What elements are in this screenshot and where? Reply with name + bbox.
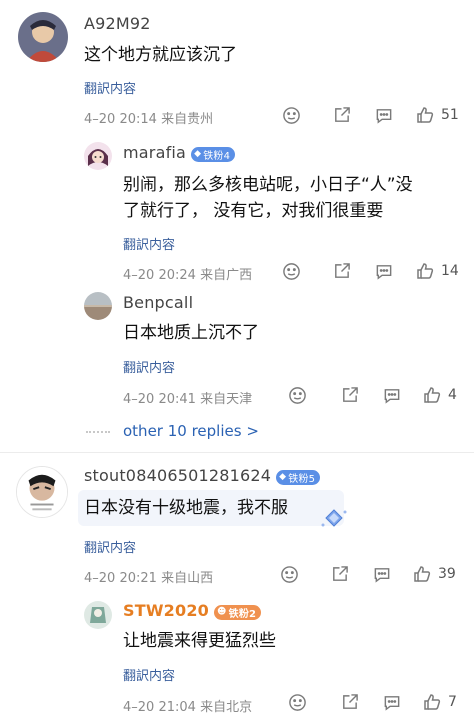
translate-link[interactable]: 翻訳内容 xyxy=(123,357,175,376)
like-button[interactable]: 14 xyxy=(415,261,459,281)
sparkle-icon xyxy=(320,508,348,534)
comment-meta: 4–20 21:04 来自北京 xyxy=(123,696,252,713)
username[interactable]: stout08406501281624 ◆ 铁粉5 xyxy=(84,466,321,485)
avatar[interactable] xyxy=(16,466,68,518)
translate-link[interactable]: 翻訳内容 xyxy=(84,537,136,556)
comment-button[interactable] xyxy=(382,386,402,405)
react-button[interactable] xyxy=(282,106,301,125)
smile-icon xyxy=(281,566,298,583)
react-button[interactable] xyxy=(288,693,307,712)
comment-icon xyxy=(374,568,390,583)
username[interactable]: marafia ◆ 铁粉4 xyxy=(123,143,236,162)
like-count: 51 xyxy=(441,107,459,123)
timestamp: 4–20 20:24 xyxy=(123,268,196,283)
username-text[interactable]: STW2020 xyxy=(123,601,209,620)
timestamp: 4–20 20:21 xyxy=(84,571,157,586)
comment-button[interactable] xyxy=(374,262,394,281)
share-icon xyxy=(343,694,358,709)
like-button[interactable]: 51 xyxy=(415,105,459,125)
share-button[interactable] xyxy=(340,693,359,712)
thumbs-up-icon xyxy=(424,694,441,710)
avatar[interactable] xyxy=(84,292,112,320)
comment-text: 别闹，那么多核电站呢，小日子“人”没 xyxy=(123,175,413,195)
share-icon xyxy=(333,566,348,581)
like-count: 39 xyxy=(438,566,456,582)
avatar[interactable] xyxy=(18,12,68,62)
timestamp: 4–20 20:41 xyxy=(123,392,196,407)
comment-divider xyxy=(0,452,474,453)
share-button[interactable] xyxy=(340,386,359,405)
react-button[interactable] xyxy=(280,565,299,584)
share-icon xyxy=(335,107,350,122)
comment-text: 日本没有十级地震，我不服 xyxy=(84,498,288,518)
avatar[interactable] xyxy=(84,601,112,629)
timestamp: 4–20 21:04 xyxy=(123,700,196,713)
comment-button[interactable] xyxy=(382,693,402,712)
comment-meta: 4–20 20:21 来自山西 xyxy=(84,567,213,586)
react-button[interactable] xyxy=(288,386,307,405)
location: 来自天津 xyxy=(200,392,253,407)
location: 来自北京 xyxy=(200,700,253,713)
thumbs-up-icon xyxy=(417,263,434,279)
like-count: 4 xyxy=(448,387,457,403)
location: 来自贵州 xyxy=(161,112,214,127)
like-button[interactable]: 7 xyxy=(422,692,457,712)
username[interactable]: A92M92 xyxy=(84,14,151,33)
comment-meta: 4–20 20:14 来自贵州 xyxy=(84,108,213,127)
username-text[interactable]: marafia xyxy=(123,143,186,162)
comment-text: 了就行了， 没有它，对我们很重要 xyxy=(123,201,384,221)
smile-icon xyxy=(289,694,306,711)
diamond-icon: ◆ xyxy=(194,149,202,159)
username-text[interactable]: stout08406501281624 xyxy=(84,466,271,485)
comment-button[interactable] xyxy=(372,565,392,584)
share-icon xyxy=(335,263,350,278)
share-button[interactable] xyxy=(332,262,351,281)
location: 来自广西 xyxy=(200,268,253,283)
location: 来自山西 xyxy=(161,571,214,586)
like-button[interactable]: 39 xyxy=(412,564,456,584)
comment-text: 这个地方就应该沉了 xyxy=(84,45,237,65)
comment-text: 日本地质上沉不了 xyxy=(123,323,259,343)
more-replies-link[interactable]: other 10 replies > xyxy=(123,422,259,440)
badge-label: 铁粉4 xyxy=(203,150,231,162)
translate-link[interactable]: 翻訳内容 xyxy=(84,78,136,97)
translate-link[interactable]: 翻訳内容 xyxy=(123,234,175,253)
like-button[interactable]: 4 xyxy=(422,385,457,405)
share-button[interactable] xyxy=(332,106,351,125)
avatar[interactable] xyxy=(84,142,112,170)
fan-badge: ◆ 铁粉4 xyxy=(191,146,236,162)
fan-badge: ☻ 铁粉2 xyxy=(214,604,262,620)
fan-face-icon: ☻ xyxy=(217,607,227,617)
username[interactable]: STW2020 ☻ 铁粉2 xyxy=(123,601,262,620)
smile-icon xyxy=(283,107,300,124)
comment-icon xyxy=(376,265,392,280)
thumbs-up-icon xyxy=(417,107,434,123)
fan-badge: ◆ 铁粉5 xyxy=(276,469,321,485)
thumbs-up-icon xyxy=(414,566,431,582)
smile-icon xyxy=(283,263,300,280)
share-icon xyxy=(343,387,358,402)
dotted-divider xyxy=(86,431,110,433)
comment-button[interactable] xyxy=(374,106,394,125)
username[interactable]: Benpcall xyxy=(123,293,193,312)
comment-meta: 4–20 20:24 来自广西 xyxy=(123,264,252,283)
like-count: 7 xyxy=(448,694,457,710)
badge-label: 铁粉2 xyxy=(228,608,257,620)
comment-text: 让地震来得更猛烈些 xyxy=(123,631,276,651)
translate-link[interactable]: 翻訳内容 xyxy=(123,665,175,684)
thumbs-up-icon xyxy=(424,387,441,403)
smile-icon xyxy=(289,387,306,404)
diamond-icon: ◆ xyxy=(279,472,287,482)
comment-icon xyxy=(384,389,400,404)
timestamp: 4–20 20:14 xyxy=(84,112,157,127)
comment-icon xyxy=(384,696,400,711)
like-count: 14 xyxy=(441,263,459,279)
comment-icon xyxy=(376,109,392,124)
badge-label: 铁粉5 xyxy=(288,473,316,485)
share-button[interactable] xyxy=(330,565,349,584)
react-button[interactable] xyxy=(282,262,301,281)
comment-meta: 4–20 20:41 来自天津 xyxy=(123,388,252,407)
